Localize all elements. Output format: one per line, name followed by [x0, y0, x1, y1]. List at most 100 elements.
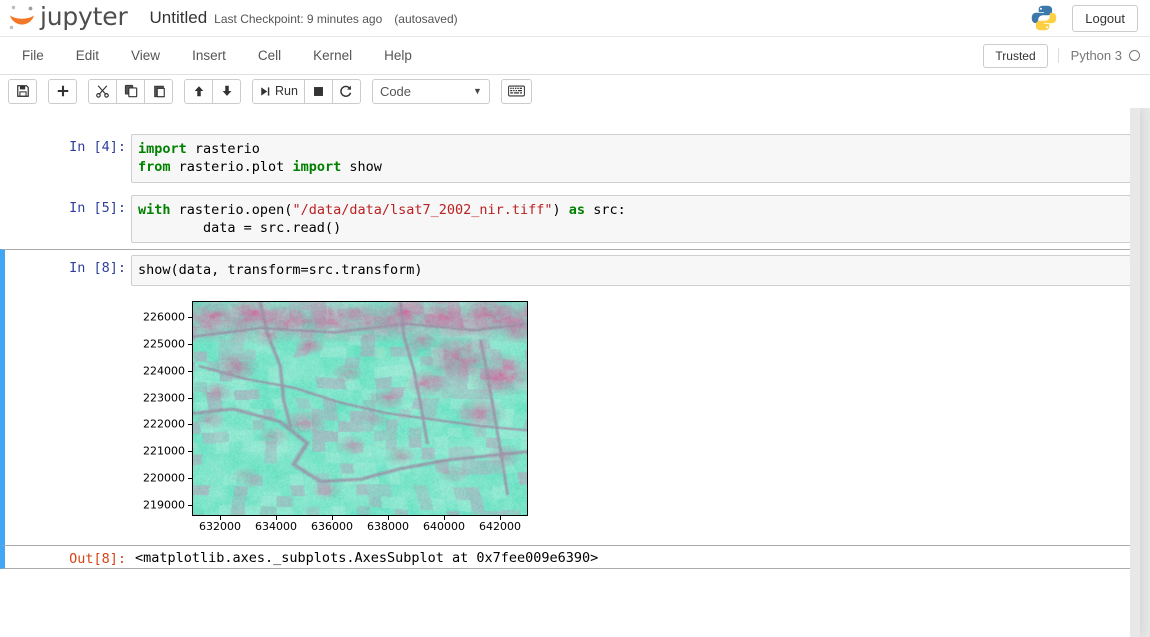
y-tick-mark [188, 344, 192, 345]
plus-icon [56, 84, 70, 98]
last-checkpoint-label: Last Checkpoint: 9 minutes ago [214, 12, 382, 26]
kernel-indicator[interactable]: Python 3 [1058, 48, 1140, 63]
notebook-panel: In [4]: import rasterio from rasterio.pl… [0, 108, 1140, 637]
code-text: with rasterio.open("/data/data/lsat7_200… [138, 201, 1126, 238]
jupyter-wordmark: jupyter [40, 4, 128, 32]
run-group: Run [252, 79, 361, 104]
scissors-icon [95, 84, 110, 98]
menu-insert[interactable]: Insert [176, 42, 242, 69]
nir-raster-image [193, 302, 527, 515]
cell-type-select[interactable]: Code ▼ [372, 79, 490, 104]
interrupt-kernel-button[interactable] [304, 79, 333, 104]
run-cell-button[interactable]: Run [252, 79, 305, 104]
header-right-group: Logout [1030, 4, 1142, 32]
code-text: import rasterio from rasterio.plot impor… [138, 140, 1126, 177]
cell-type-value: Code [380, 84, 411, 99]
matplotlib-figure: 2190002200002210002220002230002240002250… [135, 301, 535, 541]
notebook-title[interactable]: Untitled [150, 8, 208, 28]
code-editor[interactable]: with rasterio.open("/data/data/lsat7_200… [131, 195, 1131, 244]
cell-output-figure-row: 2190002200002210002220002230002240002250… [0, 291, 1137, 546]
python-logo [1030, 4, 1058, 32]
paste-button[interactable] [144, 79, 173, 104]
save-icon [16, 84, 30, 98]
jupyter-brand[interactable]: jupyter [6, 3, 128, 33]
figure-output-area: 2190002200002210002220002230002240002250… [131, 291, 1131, 545]
arrow-up-icon [192, 84, 206, 98]
save-group [8, 79, 37, 104]
notebook-toolbar: Run Code ▼ [0, 75, 1150, 108]
move-cell-down-button[interactable] [212, 79, 241, 104]
move-cell-up-button[interactable] [184, 79, 213, 104]
notebook-container: In [4]: import rasterio from rasterio.pl… [0, 108, 1140, 569]
save-button[interactable] [8, 79, 37, 104]
cell-output-text-row: Out[8]: <matplotlib.axes._subplots.AxesS… [0, 546, 1137, 570]
y-tick-label: 219000 [143, 499, 185, 512]
menu-edit[interactable]: Edit [60, 42, 115, 69]
command-palette-group [501, 79, 532, 104]
output-text: <matplotlib.axes._subplots.AxesSubplot a… [135, 550, 1131, 568]
page-header: jupyter Untitled Last Checkpoint: 9 minu… [0, 0, 1150, 37]
insert-group [48, 79, 77, 104]
copy-icon [124, 84, 138, 98]
keyboard-shortcuts-button[interactable] [501, 79, 532, 104]
trusted-badge[interactable]: Trusted [983, 44, 1047, 68]
kernel-idle-icon [1129, 50, 1140, 61]
x-tick-label: 636000 [311, 520, 353, 533]
code-text: show(data, transform=src.transform) [138, 261, 1126, 279]
menu-cell[interactable]: Cell [242, 42, 297, 69]
stop-square-icon [312, 85, 325, 98]
paste-icon [152, 84, 166, 98]
y-tick-mark [188, 317, 192, 318]
x-tick-mark [388, 516, 389, 520]
menu-file[interactable]: File [6, 42, 60, 69]
code-editor[interactable]: import rasterio from rasterio.plot impor… [131, 134, 1131, 183]
x-tick-label: 642000 [479, 520, 521, 533]
page-right-gutter [1130, 108, 1140, 637]
y-tick-label: 226000 [143, 310, 185, 323]
insert-cell-below-button[interactable] [48, 79, 77, 104]
x-tick-mark [220, 516, 221, 520]
x-tick-label: 638000 [367, 520, 409, 533]
notebook-page-shell: In [4]: import rasterio from rasterio.pl… [0, 108, 1150, 637]
copy-button[interactable] [116, 79, 145, 104]
text-output-area: <matplotlib.axes._subplots.AxesSubplot a… [131, 546, 1131, 569]
cell-show-plot[interactable]: In [8]: show(data, transform=src.transfo… [0, 249, 1137, 290]
output-prompt: Out[8]: [5, 546, 131, 569]
arrow-down-icon [220, 84, 234, 98]
y-tick-mark [188, 398, 192, 399]
notebook-name-block: Untitled Last Checkpoint: 9 minutes ago … [150, 8, 458, 28]
restart-kernel-button[interactable] [332, 79, 361, 104]
chevron-down-icon: ▼ [473, 86, 482, 96]
y-tick-mark [188, 478, 192, 479]
x-tick-label: 634000 [255, 520, 297, 533]
matplotlib-figure-wrap: 2190002200002210002220002230002240002250… [135, 295, 1131, 545]
menu-help[interactable]: Help [368, 42, 428, 69]
kernel-name-label: Python 3 [1071, 48, 1122, 63]
cut-button[interactable] [88, 79, 117, 104]
y-tick-mark [188, 505, 192, 506]
cell-import[interactable]: In [4]: import rasterio from rasterio.pl… [0, 128, 1137, 189]
y-tick-label: 222000 [143, 418, 185, 431]
x-tick-label: 640000 [423, 520, 465, 533]
input-prompt: In [8]: [5, 255, 131, 285]
logout-button[interactable]: Logout [1072, 5, 1138, 32]
raster-axes [192, 301, 528, 516]
jupyter-logo [6, 3, 38, 33]
y-tick-label: 221000 [143, 445, 185, 458]
y-tick-label: 223000 [143, 391, 185, 404]
menubar-right-group: Trusted Python 3 [983, 44, 1140, 68]
y-tick-mark [188, 451, 192, 452]
cell-open-raster[interactable]: In [5]: with rasterio.open("/data/data/l… [0, 189, 1137, 250]
menu-view[interactable]: View [115, 42, 176, 69]
code-editor[interactable]: show(data, transform=src.transform) [131, 255, 1131, 285]
run-play-icon [259, 85, 271, 98]
x-tick-mark [332, 516, 333, 520]
y-tick-label: 225000 [143, 337, 185, 350]
menu-bar: File Edit View Insert Cell Kernel Help T… [0, 37, 1150, 75]
x-tick-mark [276, 516, 277, 520]
menu-kernel[interactable]: Kernel [297, 42, 368, 69]
run-button-label: Run [275, 84, 298, 98]
restart-circle-icon [339, 84, 353, 98]
keyboard-icon [508, 85, 525, 97]
y-tick-mark [188, 424, 192, 425]
